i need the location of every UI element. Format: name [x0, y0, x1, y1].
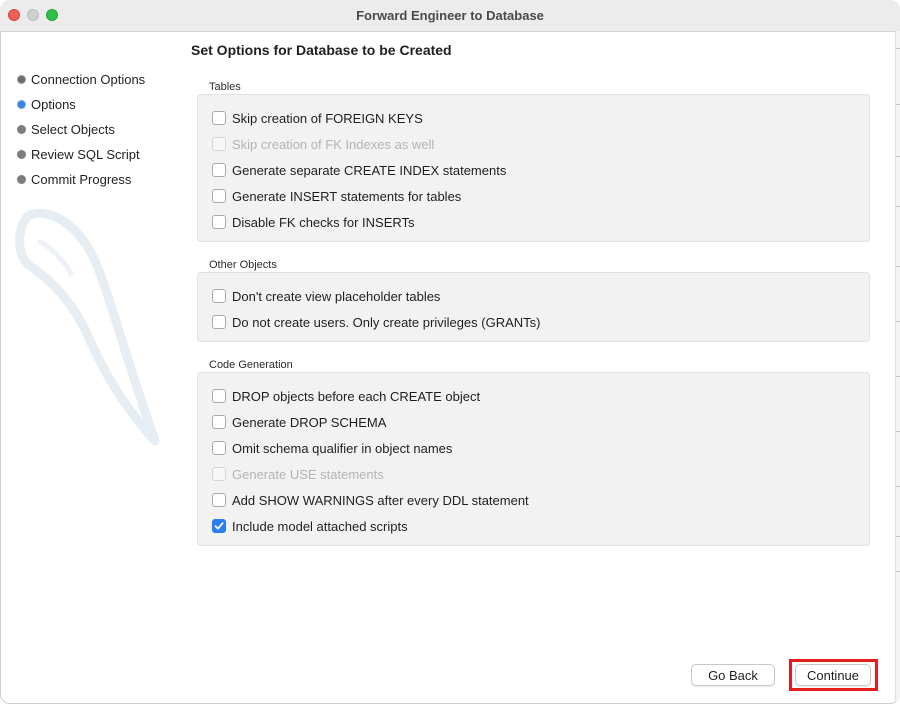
- option-label: Generate INSERT statements for tables: [232, 188, 462, 204]
- checkbox[interactable]: [212, 189, 226, 203]
- step-label: Select Objects: [31, 122, 115, 137]
- window-title: Forward Engineer to Database: [356, 8, 544, 23]
- title-bar: Forward Engineer to Database: [0, 0, 900, 32]
- checkbox[interactable]: [212, 163, 226, 177]
- checkbox[interactable]: [212, 289, 226, 303]
- option-label: Don't create view placeholder tables: [232, 288, 441, 304]
- code-generation-options-group: DROP objects before each CREATE object G…: [197, 372, 870, 546]
- wizard-step-select-objects: Select Objects: [17, 117, 145, 142]
- section-label-code-generation: Code Generation: [209, 359, 293, 371]
- option-label: Include model attached scripts: [232, 518, 408, 534]
- option-label: Skip creation of FOREIGN KEYS: [232, 110, 423, 126]
- step-pending-icon: [17, 125, 26, 134]
- continue-highlight-box: [789, 659, 878, 691]
- step-done-icon: [17, 75, 26, 84]
- option-skip-fk-indexes: Skip creation of FK Indexes as well: [212, 136, 434, 152]
- checkbox: [212, 467, 226, 481]
- step-pending-icon: [17, 175, 26, 184]
- option-no-view-placeholder[interactable]: Don't create view placeholder tables: [212, 288, 440, 304]
- wizard-steps-list: Connection Options Options Select Object…: [17, 67, 145, 192]
- checkbox-checked[interactable]: [212, 519, 226, 533]
- checkbox[interactable]: [212, 493, 226, 507]
- option-generate-insert[interactable]: Generate INSERT statements for tables: [212, 188, 461, 204]
- forward-engineer-window: Forward Engineer to Database Connection …: [0, 0, 900, 704]
- wizard-step-review-sql-script: Review SQL Script: [17, 142, 145, 167]
- go-back-button[interactable]: Go Back: [691, 664, 775, 686]
- dolphin-watermark-icon: [15, 208, 160, 446]
- option-label: Disable FK checks for INSERTs: [232, 214, 415, 230]
- option-separate-create-index[interactable]: Generate separate CREATE INDEX statement…: [212, 162, 506, 178]
- section-label-other-objects: Other Objects: [209, 259, 277, 271]
- wizard-steps-sidebar: Connection Options Options Select Object…: [0, 31, 185, 704]
- option-generate-drop-schema[interactable]: Generate DROP SCHEMA: [212, 414, 386, 430]
- section-label-tables: Tables: [209, 81, 241, 93]
- adjacent-window-edge: [895, 31, 900, 704]
- option-disable-fk-checks[interactable]: Disable FK checks for INSERTs: [212, 214, 415, 230]
- tables-options-group: Skip creation of FOREIGN KEYS Skip creat…: [197, 94, 870, 242]
- wizard-step-options: Options: [17, 92, 145, 117]
- option-label: Do not create users. Only create privile…: [232, 314, 541, 330]
- step-current-icon: [17, 100, 26, 109]
- option-label: Generate USE statements: [232, 466, 384, 482]
- checkbox: [212, 137, 226, 151]
- step-label: Connection Options: [31, 72, 146, 87]
- option-label: Omit schema qualifier in object names: [232, 440, 453, 456]
- wizard-step-commit-progress: Commit Progress: [17, 167, 145, 192]
- other-objects-options-group: Don't create view placeholder tables Do …: [197, 272, 870, 342]
- step-label: Review SQL Script: [31, 147, 140, 162]
- option-label: DROP objects before each CREATE object: [232, 388, 481, 404]
- checkbox[interactable]: [212, 315, 226, 329]
- wizard-step-connection-options: Connection Options: [17, 67, 145, 92]
- checkbox[interactable]: [212, 415, 226, 429]
- step-label: Options: [31, 97, 76, 112]
- option-drop-objects[interactable]: DROP objects before each CREATE object: [212, 388, 480, 404]
- option-omit-schema-qualifier[interactable]: Omit schema qualifier in object names: [212, 440, 452, 456]
- option-label: Skip creation of FK Indexes as well: [232, 136, 435, 152]
- step-label: Commit Progress: [31, 172, 132, 187]
- option-skip-foreign-keys[interactable]: Skip creation of FOREIGN KEYS: [212, 110, 423, 126]
- option-label: Add SHOW WARNINGS after every DDL statem…: [232, 492, 529, 508]
- checkbox[interactable]: [212, 215, 226, 229]
- option-include-model-scripts[interactable]: Include model attached scripts: [212, 518, 408, 534]
- page-heading: Set Options for Database to be Created: [191, 42, 452, 58]
- option-label: Generate DROP SCHEMA: [232, 414, 387, 430]
- option-label: Generate separate CREATE INDEX statement…: [232, 162, 507, 178]
- step-pending-icon: [17, 150, 26, 159]
- checkbox[interactable]: [212, 441, 226, 455]
- option-generate-use: Generate USE statements: [212, 466, 384, 482]
- checkbox[interactable]: [212, 111, 226, 125]
- option-show-warnings[interactable]: Add SHOW WARNINGS after every DDL statem…: [212, 492, 529, 508]
- checkbox[interactable]: [212, 389, 226, 403]
- option-no-create-users[interactable]: Do not create users. Only create privile…: [212, 314, 541, 330]
- checkmark-icon: [214, 522, 224, 530]
